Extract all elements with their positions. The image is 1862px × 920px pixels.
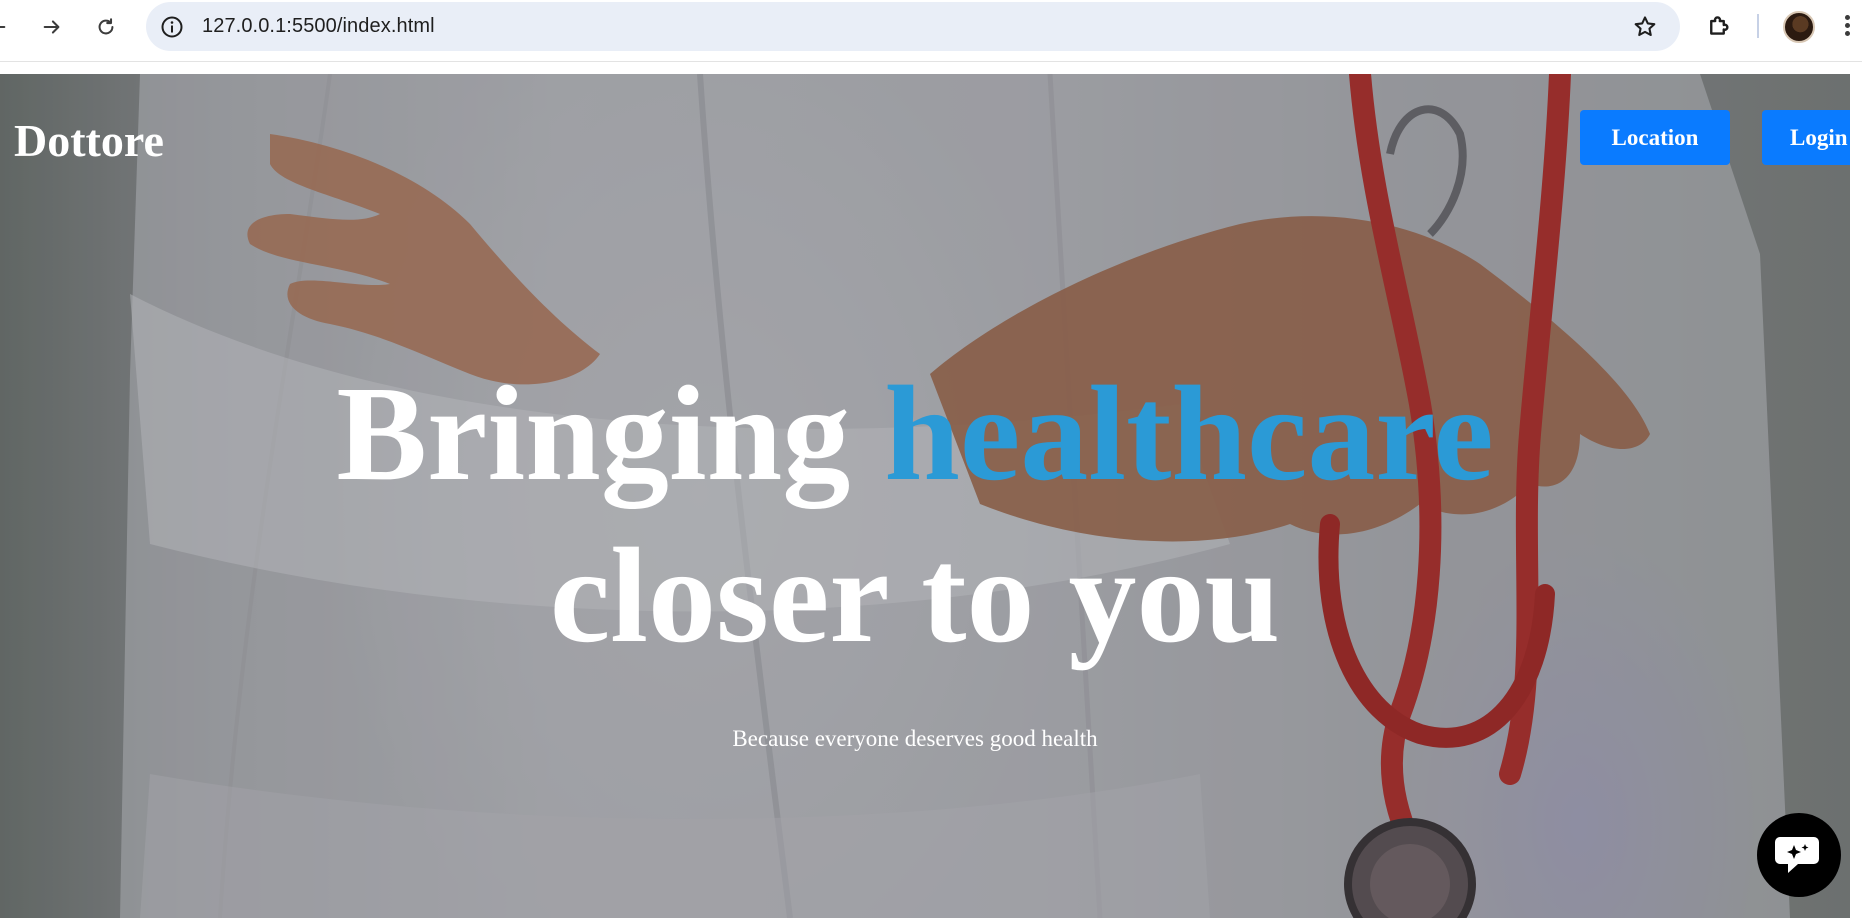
star-icon[interactable]: [1632, 14, 1658, 40]
brand-logo[interactable]: Dottore: [14, 114, 164, 167]
hero-headline-line2: closer to you: [549, 521, 1281, 671]
menu-dot: [1844, 15, 1850, 20]
back-button[interactable]: [0, 8, 16, 46]
login-button[interactable]: Login: [1762, 110, 1850, 165]
menu-dot: [1844, 31, 1850, 36]
page-viewport: Dottore Location Login Bringing healthca…: [0, 74, 1850, 918]
forward-button[interactable]: [33, 8, 71, 46]
headline-text: Bringing: [336, 359, 885, 509]
forward-arrow-icon: [43, 20, 60, 34]
toolbar-divider: [1757, 14, 1759, 38]
browser-toolbar: 127.0.0.1:5500/index.html: [0, 0, 1862, 62]
hero-headline-line1: Bringing healthcare: [0, 366, 1830, 502]
reload-button[interactable]: [87, 8, 125, 46]
profile-avatar[interactable]: [1783, 11, 1815, 43]
url-text[interactable]: 127.0.0.1:5500/index.html: [202, 15, 435, 38]
info-icon[interactable]: [160, 15, 184, 39]
puzzle-icon[interactable]: [1705, 11, 1735, 41]
chat-bubble-icon: [1775, 837, 1819, 873]
headline-accent: healthcare: [884, 359, 1494, 509]
menu-dot: [1844, 23, 1850, 28]
back-arrow-icon: [0, 25, 6, 29]
reload-icon: [98, 18, 114, 35]
chat-widget-button[interactable]: [1757, 813, 1841, 897]
hero-tagline: Because everyone deserves good health: [732, 726, 1098, 751]
location-button[interactable]: Location: [1580, 110, 1730, 165]
address-bar[interactable]: 127.0.0.1:5500/index.html: [146, 2, 1680, 51]
browser-menu-button[interactable]: [1842, 12, 1852, 42]
